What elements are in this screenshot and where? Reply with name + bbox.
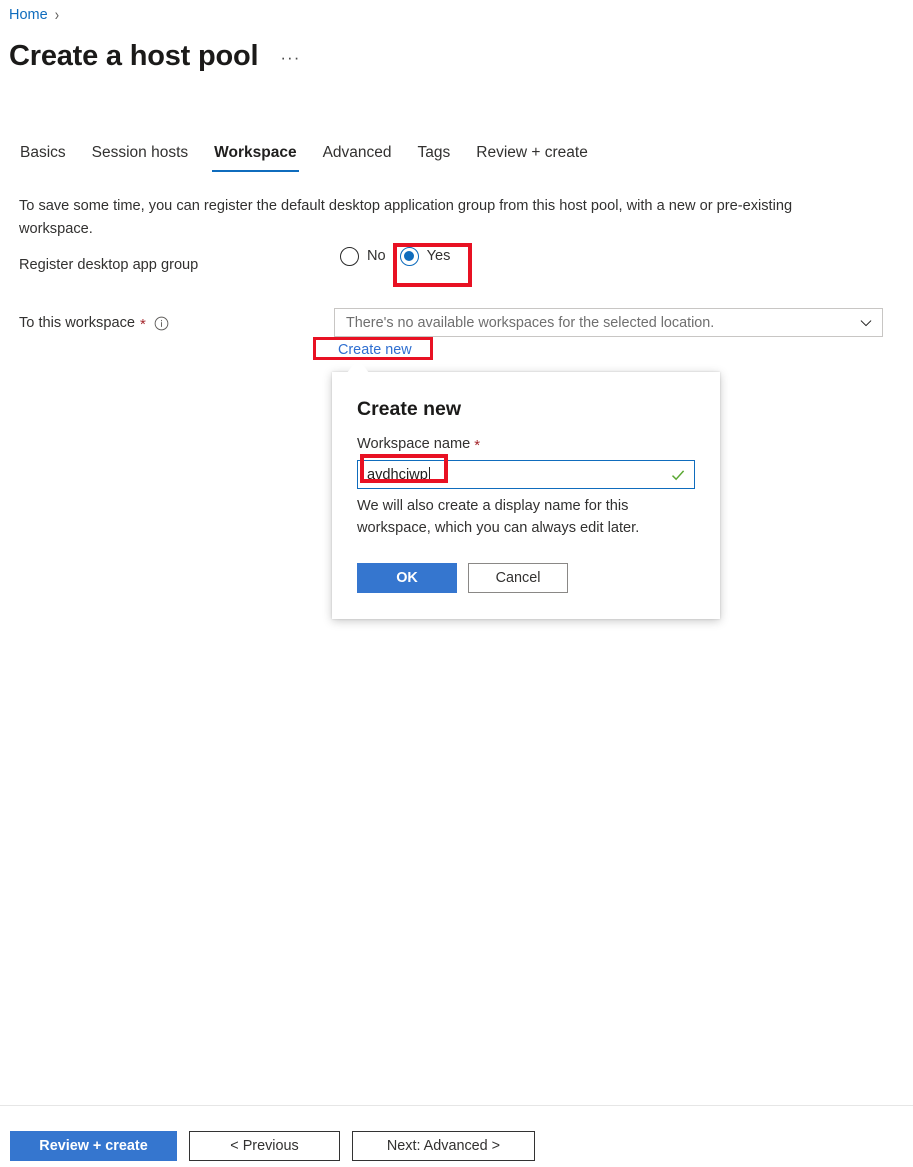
tab-basics[interactable]: Basics — [9, 142, 79, 172]
register-desktop-app-group-row: Register desktop app group No Yes — [19, 246, 539, 275]
callout-button-row: OK Cancel — [357, 563, 695, 593]
workspace-dropdown[interactable]: There's no available workspaces for the … — [334, 308, 883, 337]
workspace-name-input-text: avdhciwp — [367, 466, 428, 483]
workspace-name-help-text: We will also create a display name for t… — [357, 498, 640, 536]
text-caret — [428, 466, 430, 483]
register-desktop-app-group-radios: No Yes — [333, 242, 457, 270]
tab-advanced[interactable]: Advanced — [310, 142, 405, 172]
workspace-name-input[interactable]: avdhciwp — [357, 460, 695, 489]
register-desktop-app-group-label: Register desktop app group — [19, 257, 199, 273]
wizard-tabs: Basics Session hosts Workspace Advanced … — [9, 142, 601, 172]
to-this-workspace-label: To this workspace * — [19, 313, 169, 333]
page-header: Create a host pool ··· — [9, 38, 300, 74]
create-new-link[interactable]: Create new — [338, 341, 412, 360]
workspace-dropdown-value: There's no available workspaces for the … — [346, 314, 715, 331]
info-circle-icon[interactable] — [154, 316, 169, 331]
page-description: To save some time, you can register the … — [19, 198, 793, 237]
breadcrumb-separator-icon: › — [54, 5, 60, 24]
callout-beak — [347, 358, 369, 373]
footer-separator — [0, 1105, 913, 1106]
ok-button[interactable]: OK — [357, 563, 457, 593]
next-advanced-button[interactable]: Next: Advanced > — [352, 1131, 535, 1161]
create-new-workspace-callout: Create new Workspace name * avdhciwp We … — [332, 372, 720, 619]
radio-circle-yes — [399, 246, 419, 266]
more-options-icon[interactable]: ··· — [280, 49, 300, 74]
breadcrumb: Home › — [9, 5, 59, 25]
chevron-down-icon — [859, 316, 873, 330]
radio-circle-no — [340, 246, 359, 266]
to-this-workspace-row: To this workspace * — [19, 313, 169, 333]
breadcrumb-home-link[interactable]: Home — [9, 5, 48, 25]
cancel-button[interactable]: Cancel — [468, 563, 568, 593]
radio-option-yes[interactable]: Yes — [393, 242, 458, 270]
annotation-box-create-new: Create new — [313, 337, 433, 360]
workspace-name-label-text: Workspace name — [357, 436, 471, 452]
workspace-name-input-value: avdhciwp — [367, 465, 670, 485]
review-create-button[interactable]: Review + create — [10, 1131, 177, 1161]
workspace-name-label: Workspace name * — [357, 434, 695, 455]
to-this-workspace-label-text: To this workspace — [19, 315, 135, 331]
radio-label-yes: Yes — [426, 248, 451, 264]
radio-option-no[interactable]: No — [333, 242, 393, 270]
page-title: Create a host pool — [9, 40, 259, 72]
previous-button[interactable]: < Previous — [189, 1131, 340, 1161]
wizard-footer: Review + create < Previous Next: Advance… — [10, 1131, 535, 1161]
tab-workspace[interactable]: Workspace — [201, 142, 309, 172]
tab-review-create[interactable]: Review + create — [463, 142, 601, 172]
callout-title: Create new — [357, 398, 462, 420]
required-asterisk-workspace-name: * — [474, 437, 481, 454]
checkmark-icon — [670, 467, 686, 483]
tab-session-hosts[interactable]: Session hosts — [79, 142, 202, 172]
radio-label-no: No — [367, 248, 386, 264]
tab-tags[interactable]: Tags — [405, 142, 464, 172]
required-asterisk: * — [140, 316, 146, 333]
